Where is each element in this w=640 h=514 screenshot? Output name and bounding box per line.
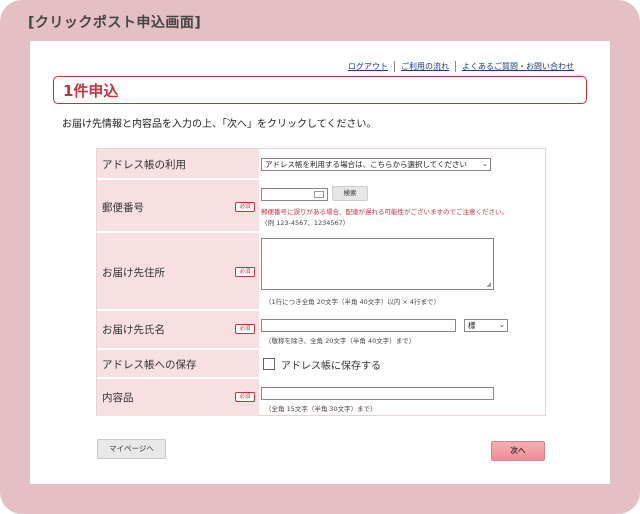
- main-panel: ログアウト ご利用の流れ よくあるご質問・お問い合わせ 1件申込 お届け先情報と…: [30, 41, 610, 484]
- honorific-select-value: 様: [468, 321, 476, 330]
- save-address-label-cell: アドレス帳への保存: [97, 350, 259, 379]
- required-badge: 必須: [235, 267, 255, 277]
- link-divider: [455, 61, 456, 72]
- mypage-button[interactable]: マイページへ: [97, 439, 166, 459]
- faq-contact-link[interactable]: よくあるご質問・お問い合わせ: [462, 61, 574, 72]
- resize-handle-icon[interactable]: ◢: [486, 281, 491, 288]
- contents-hint: （全角 15文字（半角 30文字）まで）: [265, 405, 377, 413]
- name-hint: （敬称を除き、全角 20文字（半角 40文字）まで）: [265, 337, 416, 345]
- name-label-cell: お届け先氏名 必須: [97, 311, 259, 350]
- page-heading-box: 1件申込: [53, 76, 587, 104]
- application-form: アドレス帳の利用 アドレス帳を利用する場合は、こちらから選択してください ⌄ 郵…: [96, 148, 546, 416]
- usage-flow-link[interactable]: ご利用の流れ: [401, 61, 449, 72]
- instruction-text: お届け先情報と内容品を入力の上、「次へ」をクリックしてください。: [62, 119, 377, 130]
- address-book-select-value: アドレス帳を利用する場合は、こちらから選択してください: [265, 160, 468, 169]
- postal-code-row: 郵便番号 必須 検索 郵便番号に誤りがある場合、配達が遅れる可能性がございますの…: [97, 180, 545, 233]
- address-label-cell: お届け先住所 必須: [97, 233, 259, 311]
- contents-input[interactable]: [261, 387, 494, 400]
- postal-code-warning: 郵便番号に誤りがある場合、配達が遅れる可能性がございますのでご注意ください。: [261, 208, 508, 216]
- recipient-name-input[interactable]: [261, 319, 456, 332]
- address-label: お届け先住所: [102, 267, 165, 279]
- required-badge: 必須: [235, 324, 255, 334]
- address-textarea[interactable]: ◢: [261, 238, 494, 290]
- window-frame: [クリックポスト申込画面] ログアウト ご利用の流れ よくあるご質問・お問い合わ…: [0, 0, 640, 514]
- postal-code-label: 郵便番号: [102, 202, 144, 214]
- postal-code-example: （例 123-4567、1234567）: [261, 219, 350, 227]
- address-book-select[interactable]: アドレス帳を利用する場合は、こちらから選択してください ⌄: [261, 158, 491, 171]
- link-divider: [394, 61, 395, 72]
- contents-label-cell: 内容品 必須: [97, 379, 259, 416]
- address-hint: （1行につき全角 20文字（半角 40文字）以内 × 4行まで）: [265, 298, 441, 306]
- postal-code-label-cell: 郵便番号 必須: [97, 180, 259, 233]
- save-address-checkbox[interactable]: [263, 358, 275, 370]
- next-button[interactable]: 次へ: [491, 441, 545, 461]
- chevron-down-icon: ⌄: [482, 160, 488, 168]
- logout-link[interactable]: ログアウト: [348, 61, 388, 72]
- required-badge: 必須: [235, 202, 255, 212]
- top-links: ログアウト ご利用の流れ よくあるご質問・お問い合わせ: [348, 61, 574, 72]
- address-book-label-cell: アドレス帳の利用: [97, 149, 259, 180]
- address-book-row: アドレス帳の利用 アドレス帳を利用する場合は、こちらから選択してください ⌄: [97, 149, 545, 180]
- honorific-select[interactable]: 様 ⌄: [464, 319, 508, 332]
- postal-search-button[interactable]: 検索: [332, 186, 368, 201]
- postal-code-input[interactable]: [261, 188, 328, 201]
- address-book-label: アドレス帳の利用: [102, 159, 186, 171]
- keyboard-icon: [314, 191, 324, 198]
- contents-row: 内容品 必須 （全角 15文字（半角 30文字）まで）: [97, 379, 545, 416]
- required-badge: 必須: [235, 392, 255, 402]
- save-address-label: アドレス帳への保存: [102, 359, 197, 371]
- address-row: お届け先住所 必須 ◢ （1行につき全角 20文字（半角 40文字）以内 × 4…: [97, 233, 545, 311]
- name-label: お届け先氏名: [102, 324, 165, 336]
- window-title: [クリックポスト申込画面]: [28, 15, 202, 31]
- save-address-checkbox-label[interactable]: アドレス帳に保存する: [281, 357, 381, 372]
- contents-label: 内容品: [102, 392, 134, 404]
- save-address-row: アドレス帳への保存 アドレス帳に保存する: [97, 350, 545, 379]
- page-title: 1件申込: [63, 82, 119, 100]
- name-row: お届け先氏名 必須 様 ⌄ （敬称を除き、全角 20文字（半角 40文字）まで）: [97, 311, 545, 350]
- chevron-down-icon: ⌄: [499, 321, 505, 329]
